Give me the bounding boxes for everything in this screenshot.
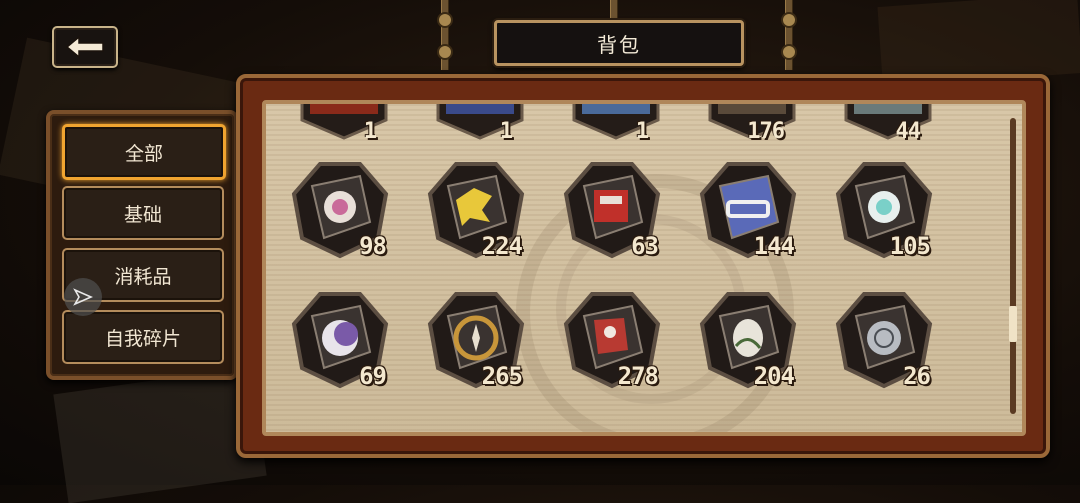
- item-count: 204: [753, 362, 795, 390]
- inventory-item[interactable]: 144: [698, 160, 798, 260]
- inventory-item[interactable]: 265: [426, 290, 526, 390]
- inventory-item-partial[interactable]: 176: [702, 104, 802, 144]
- chain-knob: [781, 44, 797, 60]
- item-count: 105: [889, 232, 931, 260]
- inventory-item[interactable]: 204: [698, 290, 798, 390]
- item-count: 1: [363, 119, 377, 144]
- chain-knob: [437, 12, 453, 28]
- chain-knob: [437, 44, 453, 60]
- inventory-item[interactable]: 224: [426, 160, 526, 260]
- page-title-text: 背包: [597, 32, 641, 57]
- inventory-item[interactable]: 69: [290, 290, 390, 390]
- send-arrow-icon: [73, 288, 93, 306]
- inventory-item-partial[interactable]: 1: [430, 104, 530, 144]
- inventory-scrollbar[interactable]: [1009, 118, 1017, 414]
- inventory-item-partial[interactable]: 1: [294, 104, 394, 144]
- item-frame-icon: [300, 104, 388, 140]
- item-frame-icon: [572, 104, 660, 140]
- item-frame-icon: [436, 104, 524, 140]
- tab-basic[interactable]: 基础: [62, 186, 224, 240]
- tab-ego-shards[interactable]: 自我碎片: [62, 310, 224, 364]
- item-count: 63: [631, 232, 659, 260]
- inventory-grid: 1 1 1 176 44 98 224 63 144 105 69 265 27…: [262, 100, 1026, 436]
- item-count: 69: [359, 362, 387, 390]
- tab-label: 基础: [123, 203, 162, 226]
- background-paper: [53, 366, 267, 503]
- inventory-item[interactable]: 26: [834, 290, 934, 390]
- item-count: 44: [895, 119, 921, 144]
- category-tab-panel: 全部 基础 消耗品 自我碎片: [46, 110, 238, 380]
- tab-label: 全部: [124, 142, 163, 165]
- back-button[interactable]: [52, 26, 118, 68]
- tab-label: 自我碎片: [104, 327, 181, 350]
- inventory-frame: 1 1 1 176 44 98 224 63 144 105 69 265 27…: [236, 74, 1050, 458]
- item-count: 1: [499, 119, 513, 144]
- item-frame-icon: [844, 104, 932, 140]
- item-count: 265: [481, 362, 523, 390]
- item-count: 98: [359, 232, 387, 260]
- inventory-item[interactable]: 98: [290, 160, 390, 260]
- page-title: 背包: [494, 20, 744, 66]
- item-count: 144: [753, 232, 795, 260]
- item-count: 26: [903, 362, 931, 390]
- chain-knob: [781, 12, 797, 28]
- item-count: 278: [617, 362, 659, 390]
- item-count: 224: [481, 232, 523, 260]
- tab-label: 消耗品: [114, 265, 172, 288]
- inventory-item[interactable]: 105: [834, 160, 934, 260]
- inventory-item[interactable]: 63: [562, 160, 662, 260]
- scrollbar-thumb[interactable]: [1009, 306, 1017, 342]
- tab-all[interactable]: 全部: [62, 124, 226, 180]
- inventory-item[interactable]: 278: [562, 290, 662, 390]
- inventory-item-partial[interactable]: 44: [838, 104, 938, 144]
- back-arrow-icon: [65, 35, 104, 59]
- item-count: 1: [635, 119, 649, 144]
- inventory-item-partial[interactable]: 1: [566, 104, 666, 144]
- item-count: 176: [747, 119, 785, 144]
- title-hanger: [610, 0, 618, 20]
- floating-assist-button[interactable]: [64, 278, 102, 316]
